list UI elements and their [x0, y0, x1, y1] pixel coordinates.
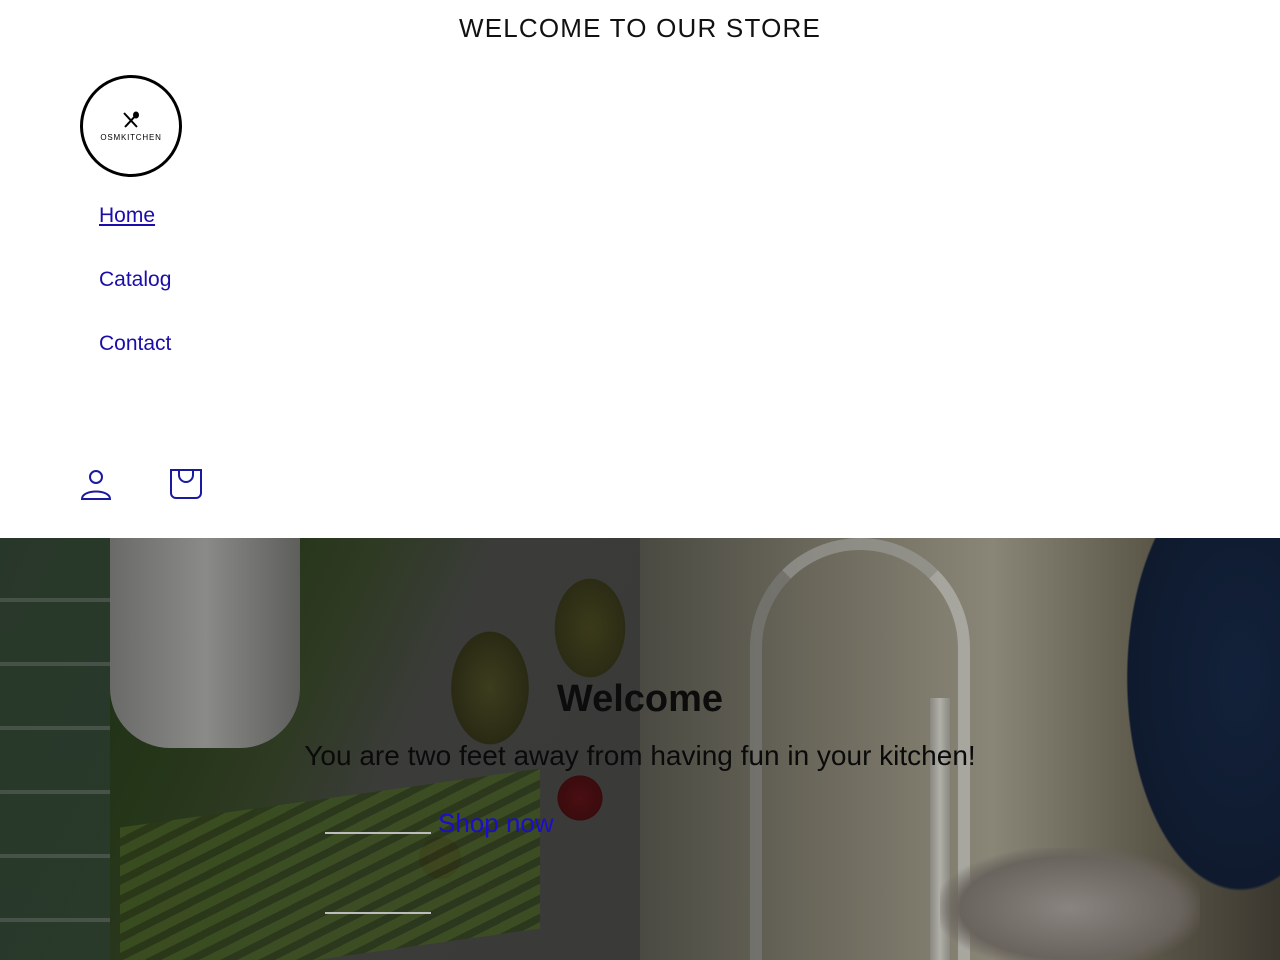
hero-title: Welcome	[556, 678, 724, 720]
store-logo[interactable]: OSMKITCHEN	[80, 75, 182, 177]
user-icon	[80, 470, 112, 500]
utensils-icon	[123, 111, 139, 128]
hero-content: Welcome You are two feet away from havin…	[0, 538, 1280, 960]
logo-brand-text: OSMKITCHEN	[100, 132, 162, 142]
shop-now-button[interactable]: Shop now	[438, 808, 554, 839]
announcement-text: WELCOME TO OUR STORE	[458, 12, 822, 43]
announcement-bar: WELCOME TO OUR STORE	[0, 0, 1280, 56]
cart-button[interactable]	[166, 464, 206, 504]
nav-link-catalog[interactable]: Catalog	[99, 264, 171, 328]
hero-divider-line	[325, 912, 431, 914]
hero-subtitle: You are two feet away from having fun in…	[304, 740, 976, 771]
hero-divider-line	[325, 832, 431, 834]
main-nav: Home Catalog Contact	[99, 200, 171, 392]
shopping-bag-icon	[170, 469, 202, 499]
nav-link-home[interactable]: Home	[99, 200, 171, 264]
account-button[interactable]	[76, 464, 116, 504]
nav-link-contact[interactable]: Contact	[99, 328, 171, 392]
hero-banner: Welcome You are two feet away from havin…	[0, 538, 1280, 960]
